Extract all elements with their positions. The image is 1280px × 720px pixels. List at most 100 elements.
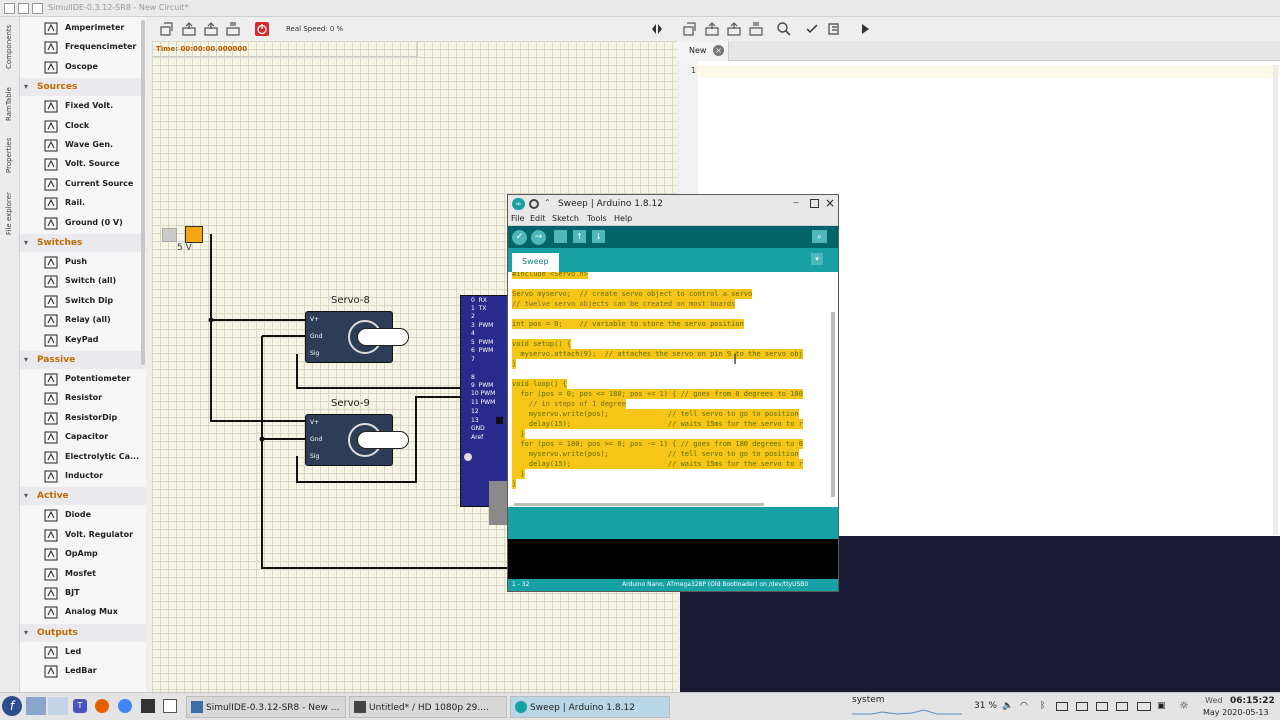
component-item[interactable]: Volt. Regulator: [20, 526, 146, 545]
servo2-component[interactable]: V+ Gnd Sig: [305, 414, 409, 466]
file-manager-icon[interactable]: [163, 699, 177, 713]
code-line[interactable]: myservo.write(pos); // tell servo to go …: [512, 409, 799, 419]
category-active[interactable]: ▾ Active: [20, 487, 146, 506]
code-line[interactable]: delay(15); // waits 15ms for the servo t…: [512, 419, 803, 429]
servo1-component[interactable]: V+ Gnd Sig: [305, 311, 409, 363]
menu-sketch[interactable]: Sketch: [552, 214, 579, 223]
code-line[interactable]: myservo.write(pos); // tell servo to go …: [512, 449, 799, 459]
component-item[interactable]: BJT: [20, 584, 146, 603]
menu-edit[interactable]: Edit: [530, 214, 546, 223]
firefox-icon[interactable]: [95, 699, 109, 713]
category-passive[interactable]: ▾ Passive: [20, 351, 146, 369]
bluetooth-icon[interactable]: ᛒ: [1040, 701, 1045, 711]
component-item[interactable]: Analog Mux: [20, 603, 146, 622]
workspace-icon[interactable]: [48, 697, 68, 715]
weather-sun-icon[interactable]: ☼: [1179, 699, 1189, 712]
clipboard-icon[interactable]: [1096, 702, 1108, 711]
power-button-icon[interactable]: [254, 21, 270, 37]
code-vertical-scrollbar[interactable]: [831, 312, 835, 497]
component-item[interactable]: Frequencimeter: [20, 38, 146, 57]
task-simulide[interactable]: SimulIDE-0.3.12-SR8 - New ...: [186, 696, 346, 718]
component-item[interactable]: Oscope: [20, 58, 146, 77]
window-pin-icon[interactable]: [18, 3, 29, 14]
component-item[interactable]: ResistorDip: [20, 409, 146, 428]
tab-menu-icon[interactable]: ▾: [811, 253, 823, 265]
app-menu-icon[interactable]: [4, 3, 15, 14]
component-item[interactable]: Rail.: [20, 194, 146, 213]
component-item[interactable]: Mosfet: [20, 565, 146, 584]
notifications-icon[interactable]: ▣: [1157, 701, 1166, 711]
clock-time[interactable]: 06:15:22: [1230, 696, 1275, 706]
close-tab-icon[interactable]: ×: [713, 45, 724, 56]
maximize-icon[interactable]: [810, 199, 819, 208]
collapse-arrow-icon[interactable]: ▾: [24, 491, 28, 500]
editor-open-icon[interactable]: [704, 21, 720, 37]
code-line[interactable]: // in steps of 1 degree: [512, 399, 626, 409]
upload-icon[interactable]: [827, 21, 843, 37]
collapse-arrow-icon[interactable]: ▾: [24, 628, 28, 637]
code-line[interactable]: void loop() {: [512, 379, 567, 389]
component-item[interactable]: Inductor: [20, 467, 146, 486]
collapse-arrow-icon[interactable]: ▾: [24, 82, 28, 91]
component-item[interactable]: Switch Dip: [20, 292, 146, 311]
component-item[interactable]: Switch (all): [20, 272, 146, 291]
component-item[interactable]: Capacitor: [20, 428, 146, 447]
category-switches[interactable]: ▾ Switches: [20, 234, 146, 252]
code-line[interactable]: }: [512, 479, 517, 489]
editor-find-icon[interactable]: [776, 21, 792, 37]
component-item[interactable]: Relay (all): [20, 311, 146, 330]
arduino-nano-component[interactable]: 0 RX 1 TX 2 3 PWM 4 5 PWM 6 PWM 7 8 9 PWM 10 PWM 11…: [460, 295, 508, 507]
code-horizontal-scrollbar[interactable]: [514, 503, 764, 506]
category-outputs[interactable]: ▾ Outputs: [20, 623, 146, 642]
code-line[interactable]: int pos = 0; // variable to store the se…: [512, 319, 744, 329]
open-sketch-icon[interactable]: ↑: [573, 230, 586, 243]
code-line[interactable]: for (pos = 0; pos <= 180; pos += 1) { //…: [512, 389, 803, 399]
volume-icon[interactable]: 🔈: [1002, 701, 1013, 711]
task-video-editor[interactable]: Untitled* / HD 1080p 29....: [349, 696, 507, 718]
editor-save-icon[interactable]: [726, 21, 742, 37]
menu-tools[interactable]: Tools: [587, 214, 607, 223]
component-item[interactable]: LedBar: [20, 662, 146, 681]
collapse-arrow-icon[interactable]: ▾: [24, 238, 28, 247]
chrome-icon[interactable]: [118, 699, 132, 713]
editor-save-as-icon[interactable]: [748, 21, 764, 37]
serial-monitor-icon[interactable]: ⌕: [812, 230, 827, 243]
category-sources[interactable]: ▾ Sources: [20, 78, 146, 97]
code-line[interactable]: for (pos = 180; pos >= 0; pos -= 1) { //…: [512, 439, 803, 449]
code-line[interactable]: // twelve servo objects can be created o…: [512, 299, 736, 309]
terminal-icon[interactable]: [141, 699, 155, 713]
editor-new-icon[interactable]: [682, 21, 698, 37]
tab-sweep[interactable]: Sweep: [512, 253, 559, 272]
save-sketch-icon[interactable]: ↓: [592, 230, 605, 243]
close-window-icon[interactable]: ×: [825, 196, 835, 210]
component-item[interactable]: Current Source: [20, 175, 146, 194]
component-item[interactable]: Wave Gen.: [20, 136, 146, 155]
split-arrows-icon[interactable]: [649, 21, 665, 37]
component-item[interactable]: Potentiometer: [20, 370, 146, 389]
component-item[interactable]: KeyPad: [20, 331, 146, 350]
arduino-code-area[interactable]: #include <Servo.h> Servo myservo; // crea…: [508, 272, 838, 507]
wifi-icon[interactable]: ◠: [1020, 701, 1028, 711]
component-item[interactable]: Electrolytic Ca...: [20, 448, 146, 467]
menu-file[interactable]: File: [511, 214, 524, 223]
nano-reset-button[interactable]: [464, 453, 472, 461]
code-line[interactable]: myservo.attach(9); // attaches the servo…: [512, 349, 803, 359]
code-line[interactable]: delay(15); // waits 15ms for the servo t…: [512, 459, 803, 469]
new-circuit-icon[interactable]: [159, 21, 175, 37]
upload-arrow-icon[interactable]: →: [531, 230, 546, 245]
code-line[interactable]: #include <Servo.h>: [512, 272, 588, 279]
fedora-menu-icon[interactable]: f: [2, 696, 22, 716]
menu-help[interactable]: Help: [614, 214, 632, 223]
component-item[interactable]: OpAmp: [20, 545, 146, 564]
display-icon[interactable]: [1076, 702, 1088, 711]
save-circuit-icon[interactable]: [203, 21, 219, 37]
component-item[interactable]: Push: [20, 253, 146, 272]
window-options-icon[interactable]: [32, 3, 43, 14]
code-line[interactable]: void setup() {: [512, 339, 572, 349]
component-item[interactable]: Resistor: [20, 389, 146, 408]
task-arduino[interactable]: Sweep | Arduino 1.8.12: [510, 696, 670, 718]
code-line[interactable]: Servo myservo; // create servo object to…: [512, 289, 753, 299]
component-item[interactable]: Amperimeter: [20, 19, 146, 38]
verify-icon[interactable]: ✓: [512, 230, 527, 245]
component-item[interactable]: Fixed Volt.: [20, 97, 146, 116]
